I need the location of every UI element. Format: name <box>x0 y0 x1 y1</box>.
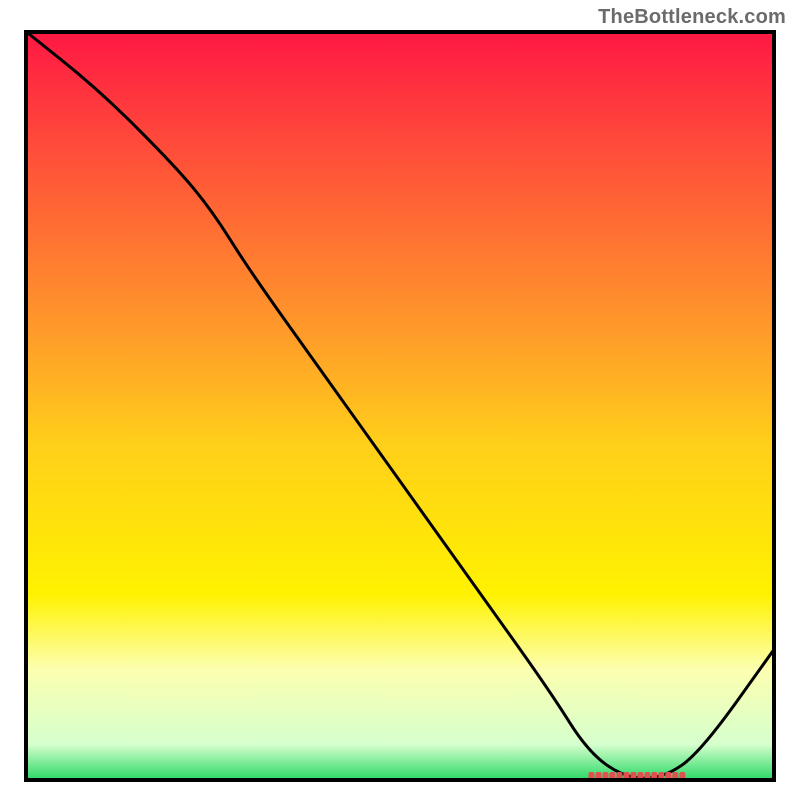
chart-svg <box>24 30 776 782</box>
watermark-text: TheBottleneck.com <box>598 6 786 29</box>
plot-background <box>24 30 776 782</box>
plot-area <box>24 30 776 782</box>
chart-stage: TheBottleneck.com <box>0 0 800 800</box>
